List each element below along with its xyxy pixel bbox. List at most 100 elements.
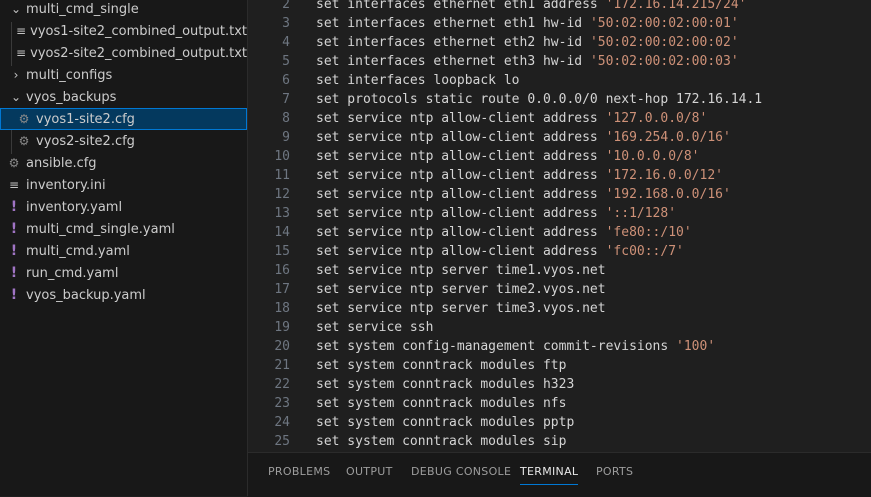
line-number: 15 xyxy=(274,244,290,259)
tree-folder-vyos-backups[interactable]: ⌄ vyos_backups xyxy=(0,86,247,108)
tree-file-multi-cmd-yaml[interactable]: ! multi_cmd.yaml xyxy=(0,240,247,262)
tree-file-vyos2-site2-combined-output[interactable]: ≡ vyos2-site2_combined_output.txt xyxy=(0,42,247,64)
chevron-down-icon: ⌄ xyxy=(10,2,22,16)
gear-icon: ⚙ xyxy=(18,112,30,126)
tree-file-vyos-backup-yaml[interactable]: ! vyos_backup.yaml xyxy=(0,284,247,306)
code-plain: set service ntp allow-client address xyxy=(316,130,606,145)
code-line: 13 set service ntp allow-client address '… xyxy=(248,204,871,223)
tree-item-label: multi_cmd.yaml xyxy=(26,243,130,259)
code-line: 7 set protocols static route 0.0.0.0/0 ne… xyxy=(248,90,871,109)
code-line: 25 set system conntrack modules sip xyxy=(248,432,871,451)
code-line: 5 set interfaces ethernet eth3 hw-id '50:… xyxy=(248,52,871,71)
code-string: '50:02:00:02:00:01' xyxy=(589,16,739,31)
code-line: 8 set service ntp allow-client address '1… xyxy=(248,109,871,128)
tree-file-inventory-yaml[interactable]: ! inventory.yaml xyxy=(0,196,247,218)
tree-item-label: multi_cmd_single xyxy=(26,1,139,17)
tree-item-label: vyos2-site2_combined_output.txt xyxy=(30,45,247,61)
code-string: 'fc00::/7' xyxy=(605,244,684,259)
chevron-down-icon: ⌄ xyxy=(10,90,22,104)
code-text: set service ntp allow-client address '17… xyxy=(316,166,723,185)
tree-file-vyos2-site2-cfg[interactable]: ⚙ vyos2-site2.cfg xyxy=(0,130,247,152)
tab-terminal[interactable]: TERMINAL xyxy=(520,453,579,491)
tree-file-run-cmd-yaml[interactable]: ! run_cmd.yaml xyxy=(0,262,247,284)
tree-file-inventory-ini[interactable]: ≡ inventory.ini xyxy=(0,174,247,196)
tree-item-label: run_cmd.yaml xyxy=(26,265,119,281)
tab-output[interactable]: OUTPUT xyxy=(346,453,393,491)
code-plain: set service ssh xyxy=(316,320,434,335)
tab-problems[interactable]: PROBLEMS xyxy=(268,453,330,491)
tree-folder-multi-cmd-single[interactable]: ⌄ multi_cmd_single xyxy=(0,0,247,20)
code-text: set system conntrack modules nfs xyxy=(316,394,566,413)
code-string: '50:02:00:02:00:02' xyxy=(589,35,739,50)
line-number: 3 xyxy=(282,16,290,31)
code-text: set service ntp server time3.vyos.net xyxy=(316,299,606,318)
code-plain: set interfaces ethernet eth2 hw-id xyxy=(316,35,590,50)
line-number: 20 xyxy=(274,339,290,354)
code-text: set system conntrack modules ftp xyxy=(316,356,566,375)
tree-file-ansible-cfg[interactable]: ⚙ ansible.cfg xyxy=(0,152,247,174)
code-text: set system conntrack modules sip xyxy=(316,432,566,451)
code-plain: set service ntp server time1.vyos.net xyxy=(316,263,606,278)
code-string: '192.168.0.0/16' xyxy=(605,187,731,202)
line-number: 6 xyxy=(282,73,290,88)
line-number: 5 xyxy=(282,54,290,69)
tree-folder-multi-configs[interactable]: › multi_configs xyxy=(0,64,247,86)
text-file-icon: ≡ xyxy=(16,24,27,38)
code-text: set interfaces loopback lo xyxy=(316,71,520,90)
code-plain: set service ntp allow-client address xyxy=(316,168,606,183)
code-string: '50:02:00:02:00:03' xyxy=(589,54,739,69)
code-plain: set interfaces ethernet eth3 hw-id xyxy=(316,54,590,69)
code-plain: set system conntrack modules h323 xyxy=(316,377,575,392)
code-text: set service ntp allow-client address 'fc… xyxy=(316,242,684,261)
code-text: set protocols static route 0.0.0.0/0 nex… xyxy=(316,90,762,109)
code-plain: set service ntp allow-client address xyxy=(316,244,606,259)
code-line: 4 set interfaces ethernet eth2 hw-id '50:… xyxy=(248,33,871,52)
code-text: set system conntrack modules pptp xyxy=(316,413,574,432)
code-line: 17 set service ntp server time2.vyos.net xyxy=(248,280,871,299)
tree-item-label: inventory.ini xyxy=(26,177,106,193)
code-line: 10 set service ntp allow-client address '… xyxy=(248,147,871,166)
code-line: 24 set system conntrack modules pptp xyxy=(248,413,871,432)
code-line: 20 set system config-management commit-re… xyxy=(248,337,871,356)
code-text: set service ntp allow-client address '16… xyxy=(316,128,731,147)
code-string: '10.0.0.0/8' xyxy=(605,149,700,164)
tree-item-label: multi_configs xyxy=(26,67,113,83)
code-text: set service ntp allow-client address 'fe… xyxy=(316,223,692,242)
tree-file-vyos1-site2-cfg[interactable]: ⚙ vyos1-site2.cfg xyxy=(0,108,247,130)
line-number: 22 xyxy=(274,377,290,392)
tree-file-vyos1-site2-combined-output[interactable]: ≡ vyos1-site2_combined_output.txt xyxy=(0,20,247,42)
code-text: set service ntp server time2.vyos.net xyxy=(316,280,606,299)
code-plain: set interfaces loopback lo xyxy=(316,73,520,88)
code-plain: set service ntp allow-client address xyxy=(316,111,606,126)
code-line: 19 set service ssh xyxy=(248,318,871,337)
line-number: 12 xyxy=(274,187,290,202)
tree-item-label: vyos_backups xyxy=(26,89,117,105)
code-text: set service ntp allow-client address '::… xyxy=(316,204,676,223)
line-number: 4 xyxy=(282,35,290,50)
code-text: set system conntrack modules h323 xyxy=(316,375,574,394)
code-string: '100' xyxy=(676,339,716,354)
code-text: set service ntp allow-client address '12… xyxy=(316,109,707,128)
code-string: '172.16.0.0/12' xyxy=(605,168,723,183)
line-number: 13 xyxy=(274,206,290,221)
tab-ports[interactable]: PORTS xyxy=(596,453,633,491)
code-plain: set system conntrack modules nfs xyxy=(316,396,567,411)
code-editor[interactable]: 2 set interfaces ethernet eth1 address '1… xyxy=(248,0,871,452)
tree-item-label: ansible.cfg xyxy=(26,155,97,171)
code-plain: set system conntrack modules sip xyxy=(316,434,567,449)
code-text: set interfaces ethernet eth1 hw-id '50:0… xyxy=(316,14,739,33)
code-plain: set system config-management commit-revi… xyxy=(316,339,677,354)
code-text: set service ntp server time1.vyos.net xyxy=(316,261,606,280)
code-text: set service ssh xyxy=(316,318,433,337)
code-string: '169.254.0.0/16' xyxy=(605,130,731,145)
code-line: 2 set interfaces ethernet eth1 address '1… xyxy=(248,0,871,14)
code-plain: set service ntp allow-client address xyxy=(316,225,606,240)
code-plain: set service ntp server time3.vyos.net xyxy=(316,301,606,316)
tab-debug-console[interactable]: DEBUG CONSOLE xyxy=(411,453,511,491)
tree-file-multi-cmd-single-yaml[interactable]: ! multi_cmd_single.yaml xyxy=(0,218,247,240)
code-string: '::1/128' xyxy=(605,206,677,221)
code-line: 12 set service ntp allow-client address '… xyxy=(248,185,871,204)
text-file-icon: ≡ xyxy=(16,46,27,60)
line-number: 8 xyxy=(282,111,290,126)
code-plain: set service ntp server time2.vyos.net xyxy=(316,282,606,297)
